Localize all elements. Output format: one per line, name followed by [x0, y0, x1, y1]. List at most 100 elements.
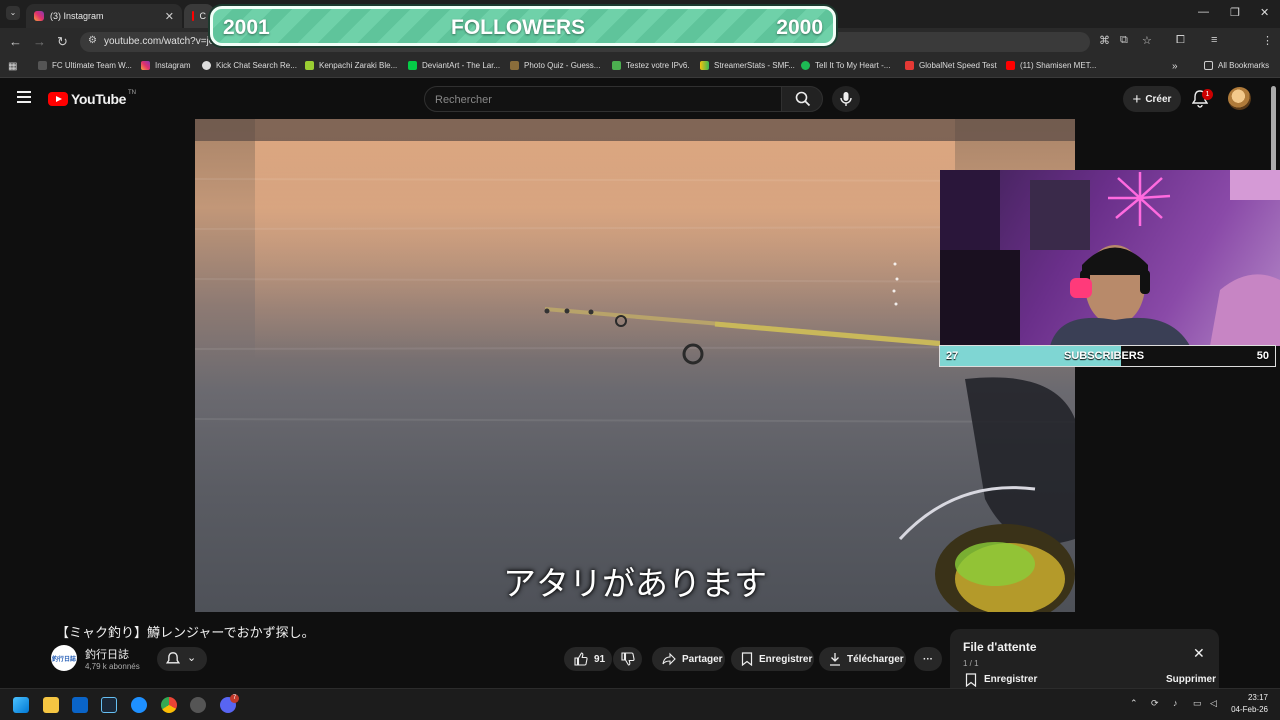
search-placeholder: Rechercher — [435, 94, 492, 106]
bookmark-favicon — [38, 61, 47, 70]
bing-icon[interactable] — [131, 697, 147, 713]
bookmark-item[interactable]: DeviantArt - The Lar... — [408, 61, 500, 70]
search-input[interactable]: Rechercher — [424, 86, 782, 112]
notification-badge: 1 — [1202, 89, 1213, 100]
menu-dots-icon[interactable]: ⋮ — [1262, 34, 1273, 47]
minimize-icon[interactable]: — — [1198, 6, 1209, 18]
site-info-icon[interactable]: ⚙ — [88, 35, 97, 46]
create-label: Créer — [1145, 93, 1172, 105]
more-bookmarks-icon[interactable]: » — [1172, 61, 1178, 72]
account-avatar[interactable] — [1228, 87, 1251, 110]
like-button[interactable]: 91 — [564, 647, 612, 671]
windows-start-icon[interactable] — [13, 697, 29, 713]
instagram-icon — [141, 61, 150, 70]
bookmark-item[interactable]: Tell It To My Heart -... — [801, 61, 890, 70]
chrome-alt-icon[interactable] — [190, 697, 206, 713]
queue-save-button[interactable]: Enregistrer — [984, 674, 1037, 685]
page-scrollbar[interactable] — [1271, 86, 1276, 172]
save-button[interactable]: Enregistrer — [731, 647, 814, 671]
mic-tray-icon[interactable]: ♪ — [1173, 698, 1178, 708]
bookmark-label: DeviantArt - The Lar... — [422, 61, 501, 70]
subscribers-current: 27 — [946, 350, 959, 362]
system-clock[interactable]: 23:17 04-Feb-26 — [1226, 693, 1268, 714]
country-code: TN — [128, 90, 137, 96]
windows-taskbar: 7 — [0, 688, 1280, 720]
reload-icon[interactable]: ↻ — [57, 34, 68, 50]
queue-delete-button[interactable]: Supprimer — [1166, 674, 1216, 685]
network-icon[interactable]: ▭ — [1193, 698, 1202, 709]
spotify-icon — [801, 61, 810, 70]
more-actions-button[interactable]: ··· — [914, 647, 942, 671]
bookmark-label: (11) Shamisen MET... — [1020, 61, 1097, 70]
translate-icon[interactable]: ⌘ — [1099, 34, 1110, 47]
steam-icon[interactable] — [101, 697, 117, 713]
bookmark-item[interactable]: Testez votre IPv6. — [612, 61, 690, 70]
bookmark-item[interactable]: GlobalNet Speed Test — [905, 61, 997, 70]
hamburger-menu-icon[interactable] — [17, 91, 31, 103]
download-button[interactable]: Télécharger — [819, 647, 906, 671]
subscriber-count: 4,79 k abonnés — [85, 662, 140, 671]
instagram-icon — [34, 11, 44, 21]
channel-avatar[interactable]: 釣行日誌 — [51, 645, 77, 671]
bookmark-favicon — [510, 61, 519, 70]
more-dots-icon: ··· — [923, 653, 933, 665]
bookmark-label: GlobalNet Speed Test — [919, 61, 997, 70]
bell-icon — [166, 652, 180, 664]
url-text: youtube.com/watch?v=jeZI — [104, 36, 224, 47]
voice-search-button[interactable] — [832, 86, 860, 112]
dislike-button[interactable] — [613, 647, 642, 671]
share-button[interactable]: Partager — [652, 647, 725, 671]
bookmark-item[interactable]: Instagram — [141, 61, 191, 70]
apps-grid-icon[interactable]: ▦ — [8, 61, 17, 72]
file-explorer-icon[interactable] — [43, 697, 59, 713]
bookmark-item[interactable]: Kick Chat Search Re... — [202, 61, 297, 70]
bookmark-star-icon[interactable]: ☆ — [1142, 34, 1152, 47]
channel-avatar-text: 釣行日誌 — [51, 656, 76, 663]
bookmark-favicon — [202, 61, 211, 70]
close-queue-icon[interactable]: ✕ — [1193, 645, 1205, 662]
bookmark-item[interactable]: FC Ultimate Team W... — [38, 61, 132, 70]
like-count: 91 — [594, 653, 606, 665]
extensions-icon[interactable]: ⧠ — [1176, 34, 1185, 47]
youtube-wordmark: YouTube — [71, 91, 127, 107]
bookmark-item[interactable]: StreamerStats - SMF... — [700, 61, 795, 70]
bookmark-item[interactable]: Photo Quiz - Guess... — [510, 61, 600, 70]
bookmark-label: Instagram — [155, 61, 191, 70]
create-button[interactable]: + Créer — [1123, 86, 1181, 112]
close-tab-icon[interactable]: ✕ — [165, 10, 174, 23]
bookmark-favicon — [305, 61, 314, 70]
streamer-webcam — [940, 170, 1280, 346]
bookmark-item[interactable]: Kenpachi Zaraki Ble... — [305, 61, 397, 70]
video-subtitle: アタリがあります — [503, 564, 767, 603]
save-label: Enregistrer — [759, 653, 813, 665]
youtube-logo[interactable]: YouTube TN — [48, 90, 137, 107]
bookmark-icon — [965, 673, 977, 687]
forward-icon[interactable]: → — [33, 34, 46, 49]
all-bookmarks[interactable]: All Bookmarks — [1204, 61, 1269, 70]
sync-icon[interactable]: ⟳ — [1151, 698, 1159, 709]
queue-title: File d'attente — [963, 640, 1037, 654]
chrome-badge: 7 — [230, 694, 239, 703]
tab-instagram[interactable]: (3) Instagram ✕ — [26, 4, 182, 28]
plus-icon: + — [1132, 90, 1142, 108]
volume-icon[interactable]: ◁ — [1210, 698, 1217, 709]
followers-left-count: 2001 — [223, 16, 270, 39]
channel-name[interactable]: 釣行日誌 — [85, 646, 129, 662]
close-window-icon[interactable]: ✕ — [1260, 6, 1269, 19]
back-icon[interactable]: ← — [9, 34, 22, 49]
subscription-bell-button[interactable]: ⌄ — [157, 647, 207, 671]
tab-youtube-label: C — [199, 11, 207, 21]
bookmark-label: Kenpachi Zaraki Ble... — [319, 61, 398, 70]
thumbs-up-icon — [574, 652, 588, 666]
bookmark-item[interactable]: (11) Shamisen MET... — [1006, 61, 1096, 70]
tab-search-icon[interactable]: ⌄ — [6, 6, 20, 20]
bookmark-favicon — [612, 61, 621, 70]
tray-chevron-icon[interactable]: ⌃ — [1130, 698, 1138, 709]
install-icon[interactable]: ⧉ — [1120, 34, 1128, 47]
outlook-icon[interactable] — [72, 697, 88, 713]
webcam-feed-image — [940, 170, 1280, 346]
chrome-icon[interactable] — [161, 697, 177, 713]
search-button[interactable] — [781, 86, 823, 112]
media-icon[interactable]: ≡ — [1211, 34, 1217, 46]
maximize-icon[interactable]: ❐ — [1230, 6, 1240, 19]
